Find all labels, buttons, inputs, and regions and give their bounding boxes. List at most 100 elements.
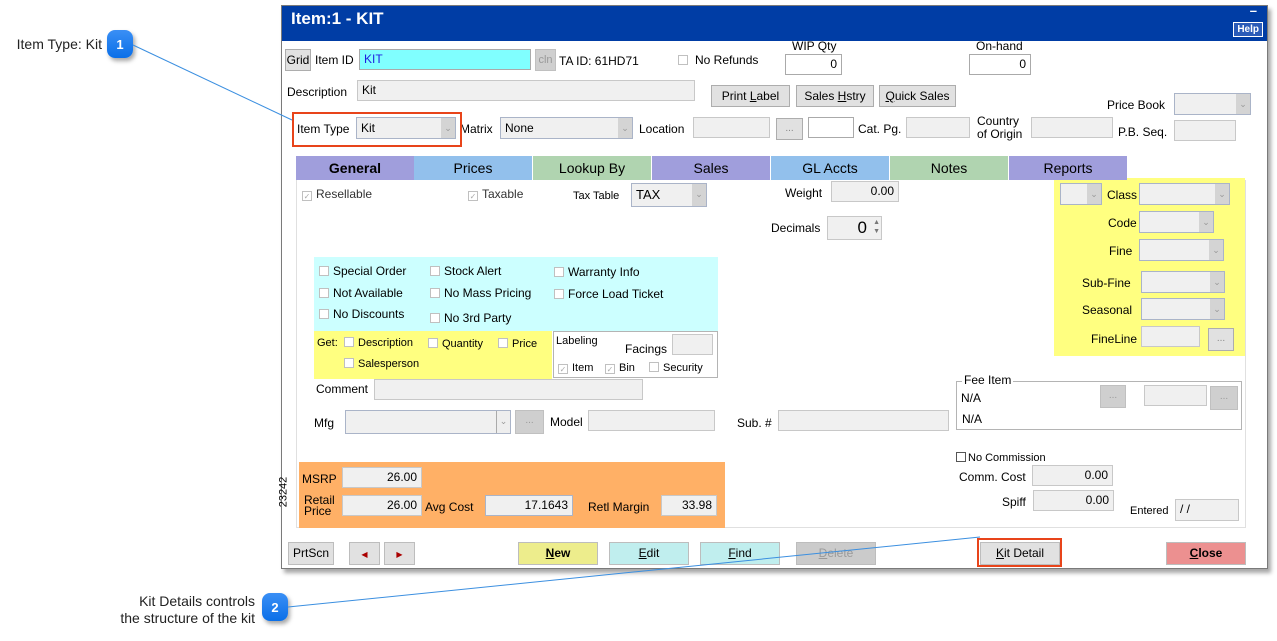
checkbox-box: [649, 362, 659, 372]
checkbox-box: [678, 55, 688, 65]
labeling-bin-checkbox[interactable]: ✓ Bin: [605, 362, 635, 374]
avg-cost-input[interactable]: 17.1643: [485, 495, 573, 516]
fineline-browse-button[interactable]: ...: [1208, 328, 1234, 351]
spinner-arrows-icon[interactable]: ▲ ▼: [873, 218, 880, 236]
no-refunds-checkbox[interactable]: No Refunds: [678, 53, 758, 67]
retl-margin-input[interactable]: 33.98: [661, 495, 717, 516]
fee-item-browse-button-1[interactable]: ...: [1100, 385, 1126, 408]
flag-no-discounts-checkbox[interactable]: No Discounts: [319, 307, 404, 321]
item-id-input[interactable]: KIT: [359, 49, 531, 70]
class-prefix-select[interactable]: ⌄: [1060, 183, 1102, 205]
comm-cost-input[interactable]: 0.00: [1032, 465, 1113, 486]
find-button[interactable]: Find: [700, 542, 780, 565]
close-button[interactable]: Close: [1166, 542, 1246, 565]
flag-not-available-checkbox[interactable]: Not Available: [319, 286, 403, 300]
tab-sales[interactable]: Sales: [652, 156, 770, 180]
cat-pg-input[interactable]: [906, 117, 970, 138]
grid-button[interactable]: Grid: [285, 49, 311, 71]
facings-input[interactable]: [672, 334, 713, 355]
print-label-button[interactable]: Print Label: [711, 85, 790, 107]
flag-no-3rd-party-checkbox[interactable]: No 3rd Party: [430, 311, 511, 325]
flag-force-load-ticket-checkbox[interactable]: Force Load Ticket: [554, 287, 663, 301]
taxable-checkbox[interactable]: ✓ Taxable: [468, 187, 523, 201]
minimize-button[interactable]: –: [1250, 3, 1257, 18]
msrp-input[interactable]: 26.00: [342, 467, 422, 488]
comment-input[interactable]: [374, 379, 643, 400]
resellable-label: Resellable: [316, 187, 373, 201]
next-record-button[interactable]: ▶: [384, 542, 415, 565]
get-salesperson-checkbox[interactable]: Salesperson: [344, 358, 419, 370]
flag-warranty-info-checkbox[interactable]: Warranty Info: [554, 265, 640, 279]
chevron-down-icon: ⌄: [1087, 184, 1101, 204]
matrix-select[interactable]: None ⌄: [500, 117, 633, 139]
tab-notes[interactable]: Notes: [890, 156, 1008, 180]
get-price-checkbox[interactable]: Price: [498, 338, 537, 350]
new-button[interactable]: New: [518, 542, 598, 565]
check-icon: ✓: [302, 191, 312, 201]
item-window: Item:1 - KIT – Help Grid Item ID KIT cln…: [277, 3, 1268, 569]
location-input[interactable]: [693, 117, 770, 138]
fineline-input[interactable]: [1141, 326, 1200, 347]
get-quantity-checkbox[interactable]: Quantity: [428, 338, 483, 350]
on-hand-input[interactable]: 0: [969, 54, 1031, 75]
wip-qty-input[interactable]: 0: [785, 54, 842, 75]
retail-price-input[interactable]: 26.00: [342, 495, 422, 516]
tab-prices[interactable]: Prices: [414, 156, 532, 180]
decimals-spinner[interactable]: 0 ▲ ▼: [827, 216, 882, 240]
fee-item-input[interactable]: [1144, 385, 1207, 406]
fee-item-browse-button-2[interactable]: ...: [1210, 386, 1238, 410]
cln-button[interactable]: cln: [535, 49, 556, 71]
sales-history-button[interactable]: Sales Hstry: [796, 85, 874, 107]
sub-number-input[interactable]: [778, 410, 949, 431]
tab-reports[interactable]: Reports: [1009, 156, 1127, 180]
model-input[interactable]: [588, 410, 715, 431]
get-salesperson-label: Salesperson: [358, 358, 420, 370]
code-select[interactable]: ⌄: [1139, 211, 1214, 233]
labeling-item-checkbox[interactable]: ✓ Item: [558, 362, 593, 374]
callout-1-text: Item Type: Kit: [16, 36, 102, 52]
flag-special-order-checkbox[interactable]: Special Order: [319, 264, 406, 278]
chevron-down-icon: ⌄: [692, 184, 706, 206]
labeling-security-checkbox[interactable]: Security: [649, 362, 703, 374]
spiff-input[interactable]: 0.00: [1033, 490, 1114, 511]
mfg-select[interactable]: ⌄: [345, 410, 511, 434]
delete-button[interactable]: Delete: [796, 542, 876, 565]
resellable-checkbox[interactable]: ✓ Resellable: [302, 187, 372, 201]
get-description-label: Description: [358, 337, 414, 349]
entered-date-input[interactable]: / /: [1175, 499, 1239, 521]
help-button[interactable]: Help: [1233, 22, 1263, 37]
tab-gl-accts[interactable]: GL Accts: [771, 156, 889, 180]
flag-stock-alert-checkbox[interactable]: Stock Alert: [430, 264, 501, 278]
edit-button[interactable]: Edit: [609, 542, 689, 565]
tax-table-select[interactable]: TAX ⌄: [631, 183, 707, 207]
weight-input[interactable]: 0.00: [831, 181, 899, 202]
price-book-select[interactable]: ⌄: [1174, 93, 1251, 115]
get-description-checkbox[interactable]: Description: [344, 337, 413, 349]
country-of-origin-input[interactable]: [1031, 117, 1113, 138]
print-screen-button[interactable]: PrtScn: [288, 542, 334, 565]
tab-general[interactable]: General: [296, 156, 414, 180]
class-label: Class: [1107, 188, 1138, 202]
seasonal-select[interactable]: ⌄: [1141, 298, 1225, 320]
tab-lookup-by[interactable]: Lookup By: [533, 156, 651, 180]
subfine-select[interactable]: ⌄: [1141, 271, 1225, 293]
class-select[interactable]: ⌄: [1139, 183, 1230, 205]
check-icon: ✓: [468, 191, 478, 201]
quick-sales-mnemonic: Q: [885, 89, 895, 103]
flag-no-mass-pricing-checkbox[interactable]: No Mass Pricing: [430, 286, 531, 300]
quick-sales-button[interactable]: Quick Sales: [879, 85, 956, 107]
no-commission-checkbox[interactable]: No Commission: [956, 452, 1046, 464]
previous-record-button[interactable]: ◀: [349, 542, 380, 565]
fine-select[interactable]: ⌄: [1139, 239, 1224, 261]
get-price-label: Price: [512, 338, 538, 350]
location-extra-input[interactable]: [808, 117, 854, 138]
pb-seq-input[interactable]: [1174, 120, 1236, 141]
location-browse-button[interactable]: ...: [776, 118, 803, 140]
print-label-mnemonic: L: [749, 89, 757, 103]
description-input[interactable]: Kit: [357, 80, 695, 101]
delete-label: elete: [827, 546, 854, 560]
wip-qty-label: WIP Qty: [792, 39, 837, 53]
find-mnemonic: F: [728, 546, 736, 560]
kit-detail-highlight: [977, 538, 1062, 567]
mfg-browse-button[interactable]: ...: [515, 410, 544, 434]
